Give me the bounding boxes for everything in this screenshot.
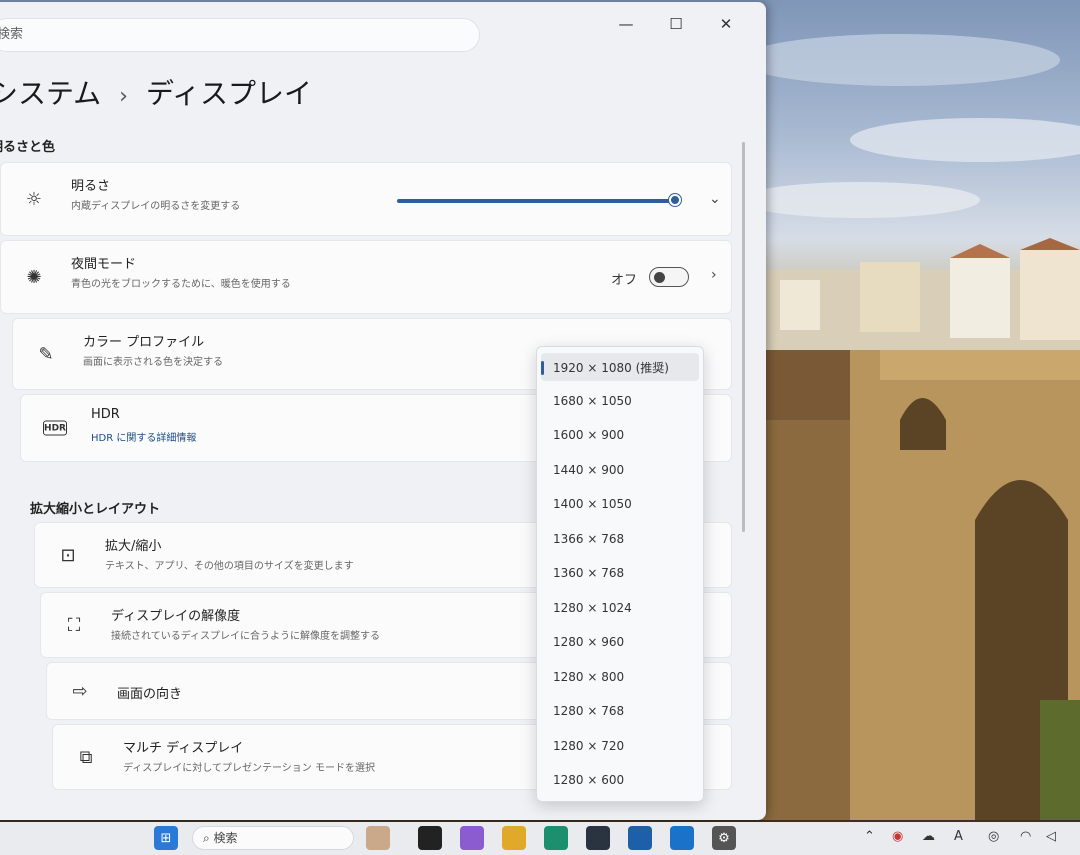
- brightness-description: 内蔵ディスプレイの明るさを変更する: [71, 201, 241, 212]
- taskbar: ⊞ ⌕ 検索 ⚙ ⌃ ◉ ☁ A ◎ ◠ ◁: [0, 822, 1080, 855]
- file-explorer-icon[interactable]: [502, 826, 526, 850]
- brightness-slider-thumb[interactable]: [669, 194, 681, 206]
- resolution-option[interactable]: 1600 × 900: [553, 428, 624, 442]
- night-light-toggle[interactable]: [649, 267, 689, 287]
- resolution-option[interactable]: 1280 × 720: [553, 739, 624, 753]
- color-profile-description: 画面に表示される色を決定する: [83, 357, 223, 368]
- dell-icon[interactable]: [628, 826, 652, 850]
- scrollbar[interactable]: [742, 142, 745, 532]
- hdr-info-link[interactable]: HDR に関する詳細情報: [91, 429, 196, 444]
- outlook-icon[interactable]: [670, 826, 694, 850]
- orientation-label: 画面の向き: [117, 687, 183, 702]
- volume-icon[interactable]: ◁: [1046, 829, 1056, 844]
- store-icon[interactable]: [586, 826, 610, 850]
- night-light-card[interactable]: ✺ 夜間モード 青色の光をブロックするために、暖色を使用する オフ ›: [0, 240, 732, 314]
- resolution-option[interactable]: 1920 × 1080 (推奨): [553, 359, 669, 376]
- scale-icon: ⊡: [60, 544, 76, 566]
- resolution-dropdown: 1920 × 1080 (推奨) 1680 × 1050 1600 × 900 144…: [536, 346, 704, 802]
- breadcrumb-current: ディスプレイ: [145, 77, 313, 110]
- resolution-description: 接続されているディスプレイに合うように解像度を調整する: [111, 631, 380, 642]
- resolution-option[interactable]: 1440 × 900: [553, 463, 624, 477]
- resolution-option[interactable]: 1360 × 768: [553, 566, 624, 580]
- maximize-button[interactable]: ☐: [652, 10, 700, 38]
- color-profile-label: カラー プロファイル: [83, 335, 205, 350]
- page-title: システム › ディスプレイ: [0, 72, 312, 112]
- start-button[interactable]: ⊞: [154, 826, 178, 850]
- maximize-icon: ☐: [669, 15, 683, 33]
- scale-label: 拡大/縮小: [105, 539, 162, 554]
- resolution-label: ディスプレイの解像度: [111, 609, 241, 624]
- font-icon[interactable]: A: [954, 829, 963, 844]
- hdr-icon: HDR: [43, 420, 67, 436]
- multi-display-icon: ⧉: [79, 746, 93, 768]
- chevron-down-icon[interactable]: ⌄: [709, 191, 721, 207]
- tray-cloud-icon[interactable]: ☁: [922, 829, 935, 844]
- hdr-label: HDR: [91, 407, 120, 422]
- widget-icon[interactable]: [366, 826, 390, 850]
- tray-chevron-icon[interactable]: ⌃: [864, 829, 875, 844]
- resolution-option[interactable]: 1280 × 960: [553, 635, 624, 649]
- night-light-description: 青色の光をブロックするために、暖色を使用する: [71, 279, 291, 290]
- resolution-option[interactable]: 1366 × 768: [553, 532, 624, 546]
- multi-display-label: マルチ ディスプレイ: [123, 741, 244, 756]
- edge-icon[interactable]: [544, 826, 568, 850]
- pen-icon: ✎: [38, 343, 54, 365]
- taskbar-search[interactable]: ⌕ 検索: [192, 826, 354, 850]
- resolution-option[interactable]: 1400 × 1050: [553, 497, 632, 511]
- breadcrumb-parent[interactable]: システム: [0, 77, 101, 110]
- rotate-icon: ⇨: [72, 680, 88, 702]
- tray-circle-icon[interactable]: ◎: [988, 829, 999, 844]
- sun-icon: ☼: [25, 188, 43, 210]
- resolution-icon: ⛶: [67, 614, 81, 636]
- taskbar-search-label: 検索: [213, 831, 238, 845]
- dropdown-selected-marker: [541, 361, 544, 375]
- minimize-icon: —: [618, 15, 634, 33]
- multi-display-description: ディスプレイに対してプレゼンテーション モードを選択: [123, 763, 375, 774]
- resolution-option[interactable]: 1280 × 600: [553, 773, 624, 787]
- brightness-label: 明るさ: [71, 179, 111, 194]
- close-icon: ✕: [719, 15, 733, 33]
- wifi-icon[interactable]: ◠: [1020, 829, 1031, 844]
- chevron-right-icon[interactable]: ›: [711, 267, 717, 283]
- tray-app-icon[interactable]: ◉: [892, 829, 903, 844]
- section-brightness-color: 明るさと色: [0, 140, 56, 155]
- moon-sun-icon: ✺: [26, 266, 42, 288]
- night-light-label: 夜間モード: [71, 257, 137, 272]
- minimize-button[interactable]: —: [602, 10, 650, 38]
- settings-search-input[interactable]: 検索: [0, 18, 480, 52]
- search-placeholder: 検索: [0, 27, 24, 42]
- resolution-option[interactable]: 1280 × 1024: [553, 601, 632, 615]
- resolution-option[interactable]: 1680 × 1050: [553, 394, 632, 408]
- resolution-option[interactable]: 1280 × 768: [553, 704, 624, 718]
- close-button[interactable]: ✕: [702, 10, 750, 38]
- scale-description: テキスト、アプリ、その他の項目のサイズを変更します: [105, 561, 354, 572]
- night-light-state: オフ: [611, 273, 638, 288]
- brightness-card: ☼ 明るさ 内蔵ディスプレイの明るさを変更する ⌄: [0, 162, 732, 236]
- search-icon: ⌕: [203, 831, 214, 845]
- settings-gear-icon[interactable]: ⚙: [712, 826, 736, 850]
- task-view-icon[interactable]: [418, 826, 442, 850]
- section-scale-layout: 拡大縮小とレイアウト: [30, 502, 161, 517]
- window-controls: — ☐ ✕: [602, 10, 750, 38]
- settings-window: 検索 — ☐ ✕ システム › ディスプレイ 明るさと色 ☼ 明るさ 内蔵ディスプレ…: [0, 2, 766, 820]
- breadcrumb-chevron-icon: ›: [119, 84, 128, 109]
- brightness-slider[interactable]: [397, 199, 677, 203]
- resolution-option[interactable]: 1280 × 800: [553, 670, 624, 684]
- copilot-icon[interactable]: [460, 826, 484, 850]
